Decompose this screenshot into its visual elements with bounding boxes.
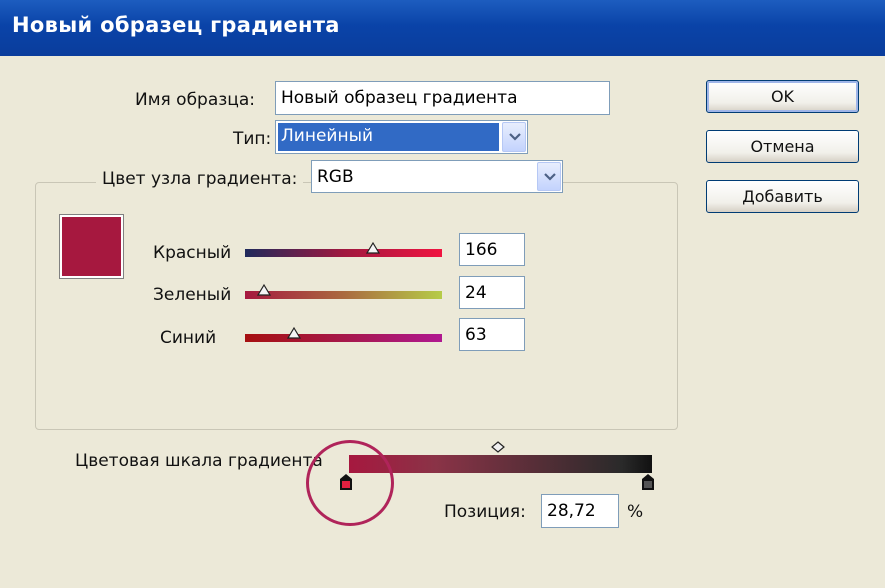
swatch-name-input[interactable]: Новый образец градиента bbox=[275, 81, 610, 115]
swatch-name-label: Имя образца: bbox=[135, 90, 256, 110]
red-slider-thumb-icon[interactable] bbox=[366, 241, 381, 255]
gradient-swatch-dialog: Новый образец градиента Имя образца: Нов… bbox=[0, 0, 885, 588]
chevron-down-icon[interactable] bbox=[537, 162, 561, 191]
position-input[interactable]: 28,72 bbox=[541, 494, 619, 528]
gradient-ramp[interactable] bbox=[349, 455, 652, 473]
stop-color-mode-value: RGB bbox=[317, 167, 354, 187]
green-label: Зеленый bbox=[153, 285, 232, 305]
color-swatch-preview bbox=[59, 214, 124, 279]
type-select[interactable]: Линейный bbox=[275, 120, 528, 154]
blue-label: Синий bbox=[160, 328, 217, 348]
highlight-circle bbox=[306, 440, 394, 526]
type-label: Тип: bbox=[233, 129, 272, 149]
blue-value-input[interactable]: 63 bbox=[459, 318, 525, 351]
red-slider[interactable] bbox=[245, 241, 442, 257]
midpoint-diamond-icon[interactable] bbox=[491, 441, 505, 453]
gradient-stop-end-icon[interactable] bbox=[642, 474, 654, 490]
ok-button[interactable]: OK bbox=[706, 80, 859, 113]
gradient-ramp-label: Цветовая шкала градиента bbox=[75, 451, 323, 471]
title-bar[interactable]: Новый образец градиента bbox=[0, 0, 885, 56]
cancel-button[interactable]: Отмена bbox=[706, 130, 859, 163]
window-title: Новый образец градиента bbox=[12, 13, 340, 37]
position-unit: % bbox=[627, 502, 644, 522]
blue-slider[interactable] bbox=[245, 326, 442, 342]
red-value-input[interactable]: 166 bbox=[459, 233, 525, 266]
chevron-down-icon[interactable] bbox=[502, 122, 526, 152]
blue-slider-thumb-icon[interactable] bbox=[286, 326, 301, 340]
red-label: Красный bbox=[153, 243, 232, 263]
position-label: Позиция: bbox=[444, 502, 526, 522]
stop-color-mode-select[interactable]: RGB bbox=[311, 160, 563, 193]
stop-color-label: Цвет узла градиента: bbox=[96, 169, 304, 189]
green-slider[interactable] bbox=[245, 283, 442, 299]
type-select-value: Линейный bbox=[278, 123, 499, 151]
stop-color-group bbox=[35, 182, 678, 430]
green-slider-thumb-icon[interactable] bbox=[256, 283, 271, 297]
add-button[interactable]: Добавить bbox=[706, 180, 859, 213]
green-value-input[interactable]: 24 bbox=[459, 276, 525, 309]
